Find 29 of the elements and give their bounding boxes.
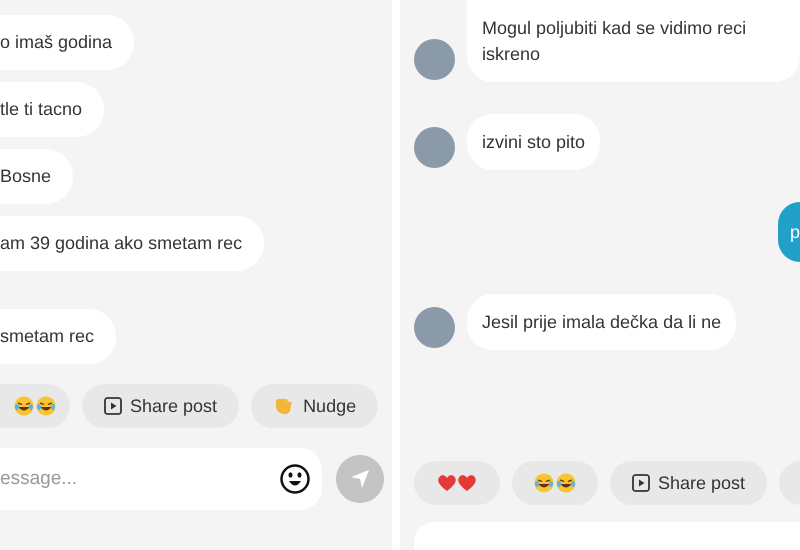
share-post-button[interactable]: Share post [82,384,240,428]
message-bubble: am 39 godina ako smetam rec [0,216,264,271]
avatar-photo [414,307,455,348]
emoji-reply-button[interactable] [512,461,598,505]
heart-icon [437,473,457,493]
message-bubble: p [778,202,800,262]
message-bubble: Bosne [0,149,74,204]
send-button[interactable] [336,455,384,503]
message-bubble: tle ti tacno [0,82,104,137]
play-icon [632,474,650,492]
send-icon [349,468,371,490]
share-post-button[interactable]: Share post [610,461,768,505]
laughing-face-icon [36,396,56,416]
avatar-photo [414,39,455,80]
heart-icon [457,473,477,493]
message-bubble: o imaš godina [0,15,134,70]
message-input[interactable]: essage... [0,448,322,510]
laughing-face-icon [14,396,34,416]
nudge-button[interactable]: Nudge [251,384,378,428]
message-bubble: Mogul poljubiti kad se vidimo reci iskreno [467,0,800,82]
emoji-reply-button[interactable] [414,461,500,505]
laughing-face-icon [534,473,554,493]
play-icon [104,397,122,415]
emoji-reply-button[interactable] [0,384,70,428]
message-bubble: smetam rec [0,309,116,364]
message-bubble: Jesil prije imala dečka da li ne [467,294,736,350]
avatar-photo [414,127,455,168]
message-bubble: izvini sto pito [467,114,600,170]
laughing-face-icon [556,473,576,493]
